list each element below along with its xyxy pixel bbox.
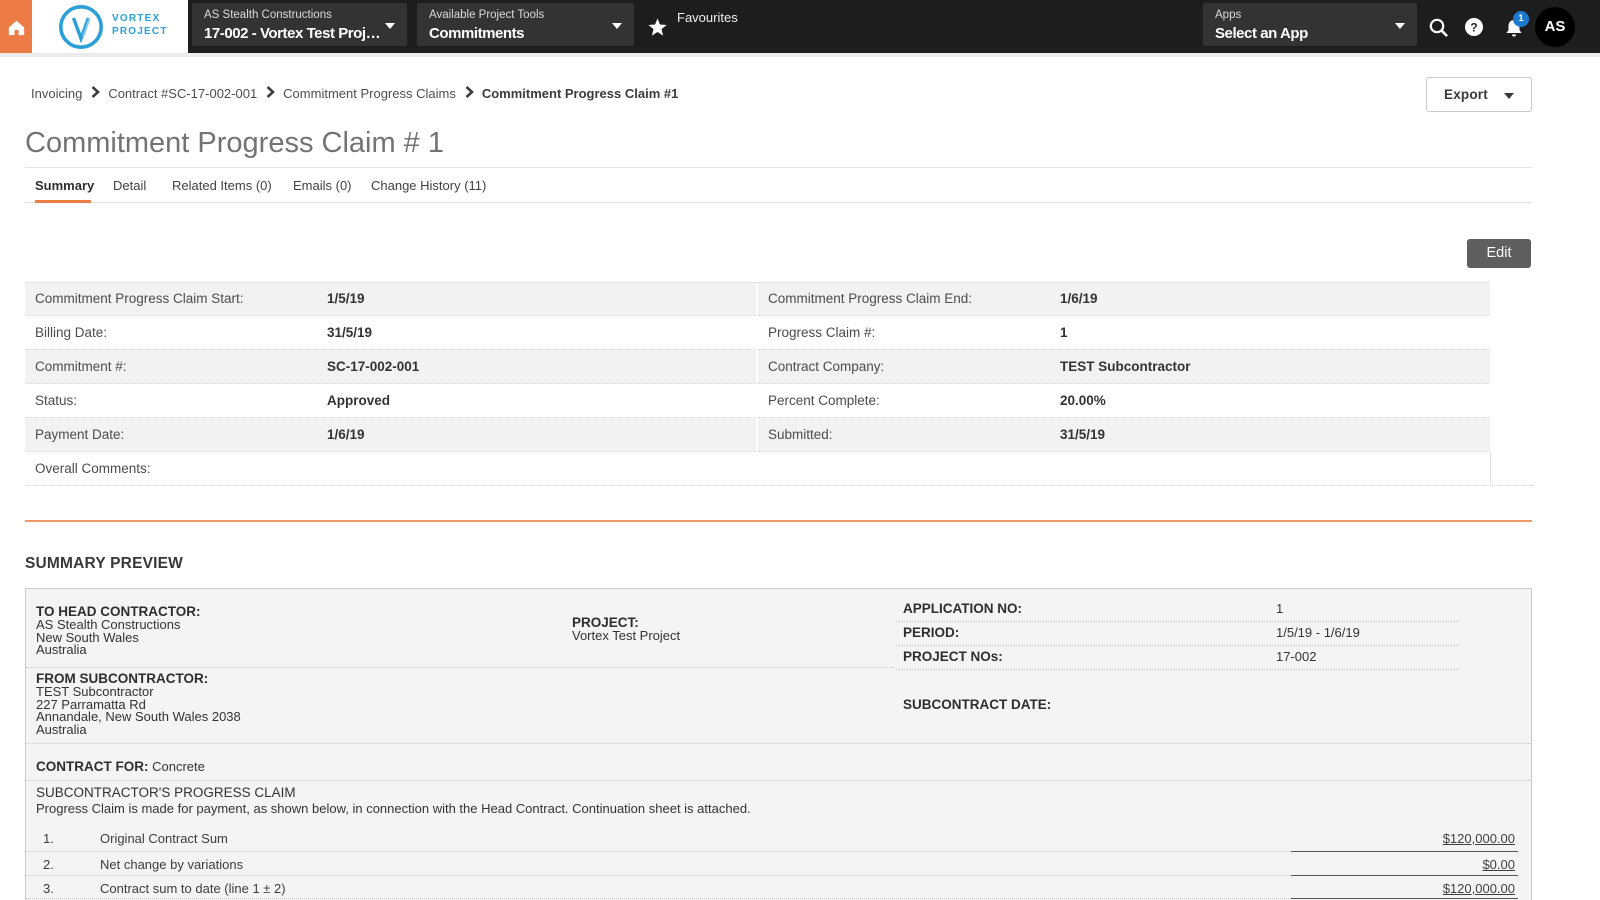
svg-text:?: ?	[1470, 20, 1477, 34]
